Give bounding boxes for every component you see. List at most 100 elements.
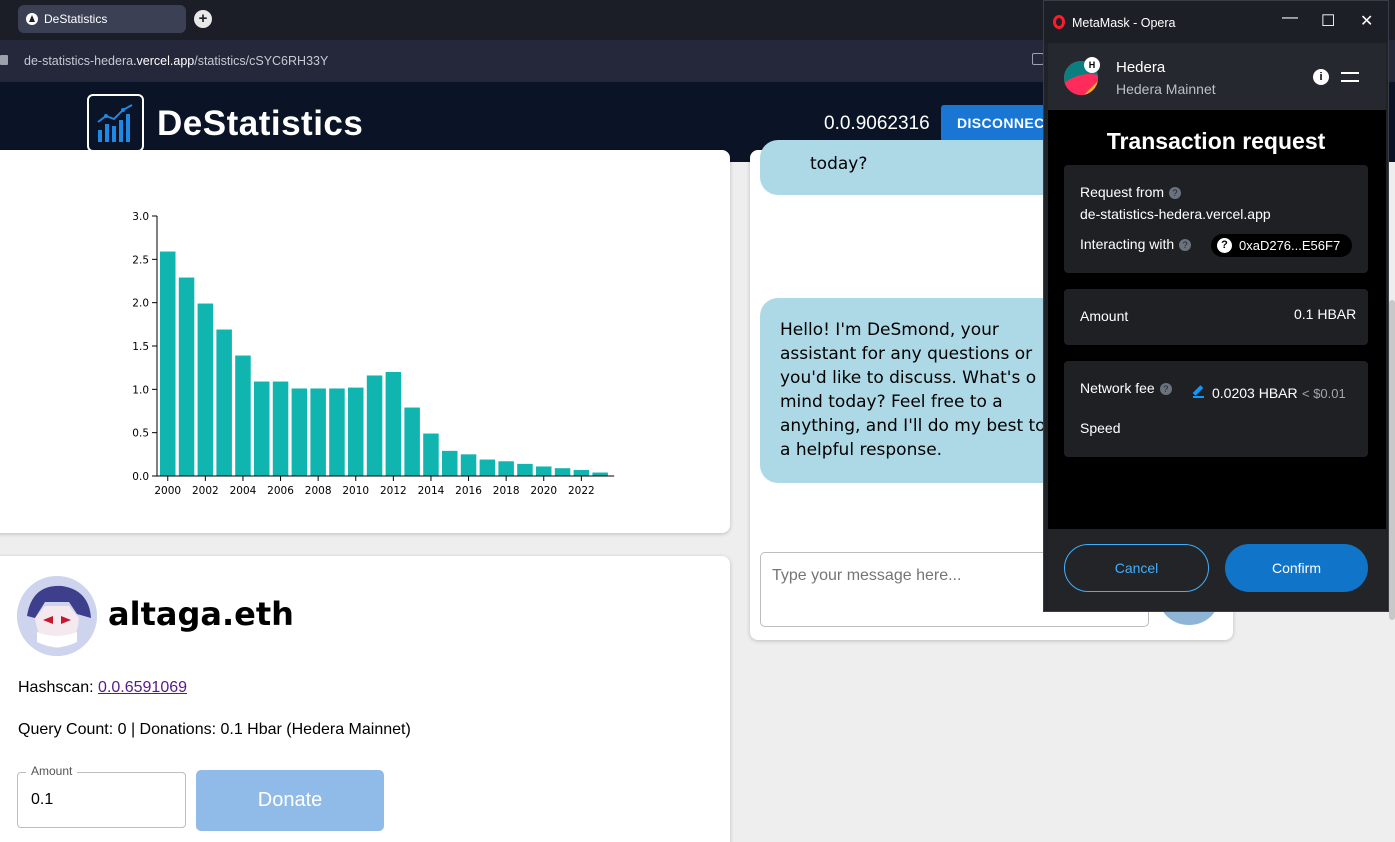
- page-scrollbar[interactable]: [1389, 300, 1395, 620]
- network-subtitle: Hedera Mainnet: [1116, 81, 1216, 97]
- x-tick-label: 2014: [418, 485, 445, 497]
- chart-bar: [460, 454, 477, 476]
- hashscan-link[interactable]: 0.0.6591069: [98, 679, 187, 696]
- tab-title: DeStatistics: [44, 12, 108, 26]
- question-icon: ?: [1217, 238, 1232, 253]
- donate-button[interactable]: Donate: [196, 770, 384, 831]
- window-title: MetaMask - Opera: [1072, 16, 1176, 30]
- chat-line: you'd like to discuss. What's o: [780, 368, 1037, 388]
- help-icon[interactable]: ?: [1159, 383, 1172, 395]
- speed-label: Speed: [1080, 420, 1121, 436]
- x-tick-label: 2002: [192, 485, 219, 497]
- y-tick-label: 0.0: [132, 471, 149, 483]
- chart-bar: [254, 381, 270, 476]
- chart-bar: [216, 329, 232, 476]
- chart-bar: [178, 277, 195, 476]
- chart-bar: [310, 388, 326, 476]
- x-tick-label: 2004: [230, 485, 257, 497]
- chart-bar: [536, 466, 552, 476]
- browser-tab[interactable]: DeStatistics: [18, 5, 186, 33]
- fee-section: [1064, 361, 1368, 457]
- contract-address: 0xaD276...E56F7: [1239, 238, 1341, 253]
- chart-bar: [573, 469, 590, 476]
- chart-bar: [272, 381, 289, 476]
- y-tick-label: 0.5: [132, 428, 149, 440]
- y-tick-label: 2.0: [132, 298, 149, 310]
- chat-line: assistant for any questions or: [780, 344, 1033, 364]
- x-tick-label: 2006: [267, 485, 294, 497]
- account-id: 0.0.9062316: [824, 113, 930, 134]
- x-tick-label: 2020: [530, 485, 557, 497]
- y-tick-label: 2.5: [132, 254, 149, 266]
- opera-icon: [1053, 15, 1065, 29]
- request-from-label: Request from?: [1080, 184, 1182, 200]
- logo-icon: [87, 94, 144, 152]
- chart-bar: [554, 468, 571, 476]
- url-text[interactable]: de-statistics-hedera.vercel.app/statisti…: [24, 54, 328, 68]
- chart-bar: [479, 459, 496, 476]
- edit-fee-icon[interactable]: [1193, 387, 1204, 398]
- hashscan-row: Hashscan: 0.0.6591069: [18, 679, 187, 697]
- new-tab-button[interactable]: +: [194, 10, 212, 28]
- brand-title[interactable]: DeStatistics: [157, 104, 363, 144]
- x-tick-label: 2018: [493, 485, 520, 497]
- contract-address-pill[interactable]: ? 0xaD276...E56F7: [1211, 234, 1352, 257]
- help-icon[interactable]: ?: [1169, 187, 1182, 199]
- x-tick-label: 2022: [568, 485, 595, 497]
- interacting-with-label: Interacting with?: [1080, 236, 1192, 252]
- info-icon[interactable]: i: [1313, 69, 1329, 85]
- chart-bar: [498, 461, 514, 476]
- chart-bar: [592, 472, 608, 476]
- network-fee-value: 0.0203 HBAR: [1212, 385, 1298, 401]
- y-tick-label: 1.0: [132, 384, 149, 396]
- chart-bar: [366, 375, 383, 476]
- close-button[interactable]: ✕: [1360, 11, 1373, 31]
- x-tick-label: 2010: [342, 485, 369, 497]
- transaction-title: Transaction request: [1106, 128, 1326, 154]
- amount-field-label: Amount: [26, 764, 78, 778]
- vercel-icon: [26, 13, 38, 25]
- chart-bar: [404, 407, 420, 476]
- chart-bar: [423, 433, 439, 476]
- avatar: [17, 576, 97, 656]
- lock-icon: [0, 55, 8, 65]
- y-tick-label: 1.5: [132, 341, 149, 353]
- disconnect-button[interactable]: DISCONNECT: [941, 105, 1051, 142]
- query-count-text: Query Count: 0 | Donations: 0.1 Hbar (He…: [18, 721, 411, 738]
- hashscan-label: Hashscan:: [18, 679, 99, 696]
- chat-line: anything, and I'll do my best to: [780, 416, 1046, 436]
- chart-bar: [291, 388, 308, 476]
- x-tick-label: 2012: [380, 485, 407, 497]
- chart-bar: [442, 450, 458, 476]
- cancel-button[interactable]: Cancel: [1064, 544, 1209, 592]
- confirm-button[interactable]: Confirm: [1225, 544, 1368, 592]
- chart-bar: [517, 463, 533, 476]
- settings-sliders-icon[interactable]: [1341, 69, 1359, 85]
- username: altaga.eth: [108, 595, 294, 633]
- amount-input-value[interactable]: 0.1: [31, 791, 53, 809]
- bar-chart: 0.0 0.5 1.0 1.5 2.0 2.5 3.0 2000 2002 2004 2006 200…: [132, 211, 615, 497]
- network-fee-fiat: < $0.01: [1302, 386, 1346, 401]
- chat-line: a helpful response.: [780, 440, 943, 460]
- chart-bar: [235, 355, 251, 476]
- x-tick-label: 2000: [154, 485, 181, 497]
- chart-bar: [197, 303, 214, 476]
- chart-bar: [348, 387, 364, 476]
- network-header[interactable]: H Hedera Hedera Mainnet i: [1048, 43, 1386, 110]
- x-tick-label: 2016: [455, 485, 482, 497]
- chat-message-text: today?: [810, 154, 868, 174]
- chat-input-placeholder: Type your message here...: [772, 567, 962, 584]
- network-fee-label: Network fee?: [1080, 380, 1172, 396]
- chat-line: Hello! I'm DeSmond, your: [780, 320, 999, 340]
- network-name: Hedera: [1116, 59, 1166, 76]
- chart-bar: [160, 251, 176, 476]
- chat-line: mind today? Feel free to a: [780, 392, 1003, 412]
- chart-bar: [329, 388, 345, 476]
- request-from-value: de-statistics-hedera.vercel.app: [1080, 206, 1271, 222]
- network-badge: H: [1084, 57, 1100, 73]
- maximize-button[interactable]: ☐: [1321, 11, 1335, 31]
- help-icon[interactable]: ?: [1179, 239, 1192, 251]
- metamask-titlebar: MetaMask - Opera — ☐ ✕: [1044, 1, 1388, 43]
- minimize-button[interactable]: —: [1282, 9, 1298, 27]
- chart-bar: [385, 372, 402, 476]
